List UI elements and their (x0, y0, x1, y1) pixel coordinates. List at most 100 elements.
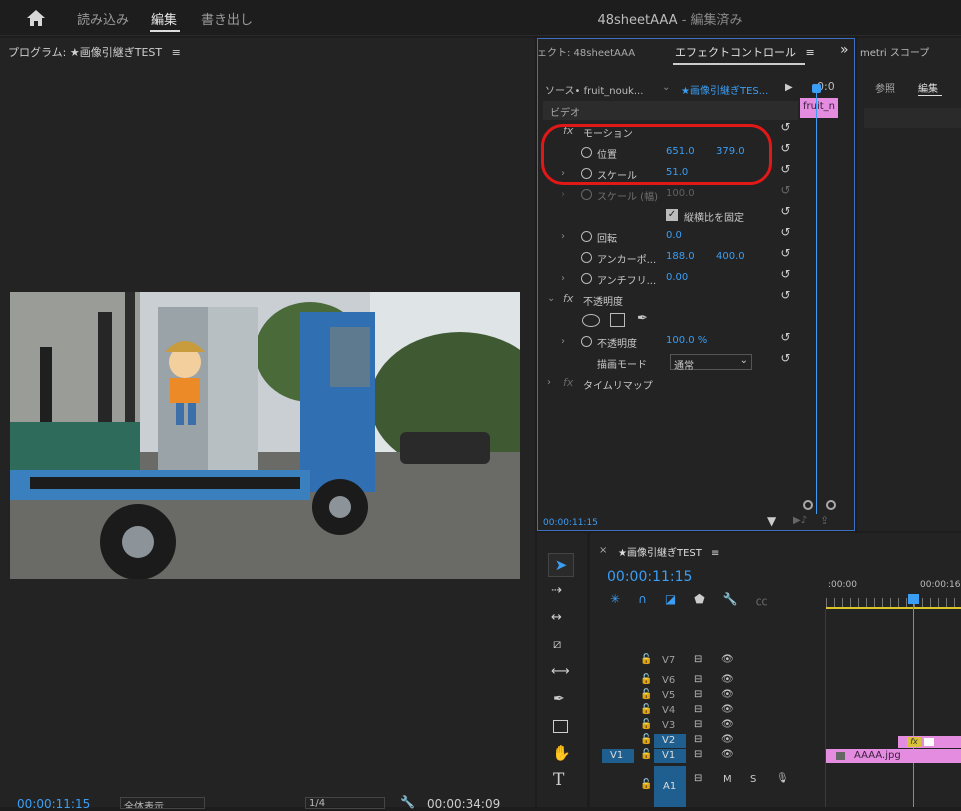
sync-icon[interactable]: ⊟ (694, 689, 702, 700)
antiflicker-value[interactable]: 0.00 (666, 272, 688, 283)
lock-icon[interactable]: 🔓 (640, 704, 652, 715)
track-v4[interactable]: 🔓 V4 ⊟ 👁 (590, 704, 825, 718)
lock-icon[interactable]: 🔓 (640, 689, 652, 700)
snap-icon[interactable]: ∩ (638, 592, 647, 609)
source-clip-label[interactable]: ソース• fruit_nouk... (545, 82, 643, 97)
stopwatch-icon[interactable] (581, 336, 592, 347)
rectangle-tool-icon[interactable] (553, 720, 568, 733)
pen-tool-icon[interactable]: ✒ (553, 691, 565, 707)
stopwatch-icon[interactable] (581, 252, 592, 263)
mic-icon[interactable]: 🎙 (776, 773, 789, 784)
reset-icon[interactable]: ↺ (779, 121, 792, 134)
sync-icon[interactable]: ⊟ (694, 749, 702, 760)
tab-project[interactable]: ェクト: 48sheetAAA (537, 44, 667, 59)
chevron-right-icon[interactable]: › (561, 231, 565, 242)
chevron-down-icon[interactable]: ⌄ (547, 293, 555, 304)
lock-icon[interactable]: 🔓 (640, 779, 652, 790)
opacity-value[interactable]: 100.0 % (666, 335, 707, 346)
reset-icon[interactable]: ↺ (779, 289, 792, 302)
antiflicker-row[interactable]: › アンチフリ... 0.00 (545, 269, 795, 290)
track-v5[interactable]: 🔓 V5 ⊟ 👁 (590, 689, 825, 703)
timeline-playhead-handle[interactable] (908, 594, 919, 604)
eye-icon[interactable]: 👁 (721, 674, 734, 685)
reset-icon[interactable]: ↺ (779, 331, 792, 344)
more-panels-icon[interactable]: » (840, 42, 849, 58)
reset-icon[interactable]: ↺ (779, 247, 792, 260)
eye-icon[interactable]: 👁 (721, 734, 734, 745)
chevron-right-icon[interactable]: › (561, 273, 565, 284)
source-patch-v1[interactable]: V1 (610, 750, 623, 761)
anchor-row[interactable]: アンカーポ... 188.0 400.0 (545, 248, 795, 269)
reset-icon[interactable]: ↺ (779, 268, 792, 281)
fit-dropdown[interactable]: 全体表示 (120, 797, 205, 809)
reset-icon[interactable]: ↺ (779, 142, 792, 155)
solo-button[interactable]: S (750, 774, 756, 785)
sync-icon[interactable]: ⊟ (694, 654, 702, 665)
eye-icon[interactable]: 👁 (721, 654, 734, 665)
sync-icon[interactable]: ⊟ (694, 734, 702, 745)
ripple-edit-tool-icon[interactable]: ↔ (551, 610, 562, 625)
blend-mode-dropdown[interactable]: 通常 ⌄ (670, 354, 752, 372)
uniform-scale-row[interactable]: ✓ 縦横比を固定 (545, 206, 795, 227)
sync-icon[interactable]: ⊟ (694, 704, 702, 715)
linked-selection-icon[interactable]: ◪ (665, 592, 676, 609)
lock-icon[interactable]: 🔓 (640, 654, 652, 665)
uniform-scale-checkbox[interactable]: ✓ (666, 209, 678, 221)
stopwatch-icon[interactable] (581, 231, 592, 242)
rectangle-mask-icon[interactable] (610, 313, 625, 327)
eye-icon[interactable]: 👁 (721, 749, 734, 760)
program-timecode[interactable]: 00:00:11:15 (17, 797, 90, 811)
track-a1[interactable]: 🔓 A1 ⊟ M S 🎙 (590, 772, 825, 802)
ellipse-mask-icon[interactable] (582, 314, 600, 327)
tab-edit-lumetri[interactable]: 編集 (918, 80, 938, 95)
track-v3[interactable]: 🔓 V3 ⊟ 👁 (590, 719, 825, 733)
zoom-handle-right[interactable] (826, 500, 836, 510)
home-icon[interactable] (26, 9, 46, 27)
sequence-clip-label[interactable]: ★画像引継ぎTES... (681, 82, 768, 97)
anchor-y-value[interactable]: 400.0 (716, 251, 745, 262)
anchor-x-value[interactable]: 188.0 (666, 251, 695, 262)
timeline-timecode[interactable]: 00:00:11:15 (607, 569, 692, 585)
lock-icon[interactable]: 🔓 (640, 749, 652, 760)
stopwatch-icon[interactable] (581, 273, 592, 284)
wrench-icon[interactable]: 🔧 (723, 592, 738, 609)
tab-browse[interactable]: 参照 (875, 80, 895, 95)
time-remap-row[interactable]: › fx タイムリマップ (545, 374, 795, 395)
opacity-value-row[interactable]: › 不透明度 100.0 % (545, 332, 795, 353)
sync-icon[interactable]: ⊟ (694, 719, 702, 730)
lock-icon[interactable]: 🔓 (640, 719, 652, 730)
timeline-title[interactable]: ★画像引継ぎTEST ≡ (618, 544, 719, 559)
rotation-value[interactable]: 0.0 (666, 230, 682, 241)
track-v6[interactable]: 🔓 V6 ⊟ 👁 (590, 674, 825, 688)
eye-icon[interactable]: 👁 (721, 704, 734, 715)
mute-button[interactable]: M (723, 774, 732, 785)
ec-clip-bar[interactable]: fruit_n (800, 98, 838, 118)
lumetri-scope-title[interactable]: metri スコープ (860, 44, 929, 59)
lock-icon[interactable]: 🔓 (640, 734, 652, 745)
tab-import[interactable]: 読み込み (77, 9, 129, 28)
eye-icon[interactable]: 👁 (721, 689, 734, 700)
tab-export[interactable]: 書き出し (201, 9, 253, 28)
nest-icon[interactable]: ✳ (610, 592, 620, 609)
razor-tool-icon[interactable]: ⧄ (553, 637, 561, 652)
reset-icon[interactable]: ↺ (779, 163, 792, 176)
opacity-row[interactable]: ⌄ fx 不透明度 (545, 290, 795, 311)
track-v2[interactable]: 🔓 V2 ⊟ 👁 (590, 734, 825, 748)
program-monitor-title[interactable]: プログラム: ★画像引継ぎTEST ≡ (8, 44, 181, 60)
chevron-right-icon[interactable]: › (561, 336, 565, 347)
clip-v2[interactable]: fx (898, 736, 961, 748)
reset-icon[interactable]: ↺ (779, 352, 792, 365)
sync-icon[interactable]: ⊟ (694, 773, 702, 784)
selection-tool-icon[interactable]: ➤ (548, 553, 574, 577)
rotation-row[interactable]: › 回転 0.0 (545, 227, 795, 248)
quality-dropdown[interactable]: 1/4 (305, 797, 385, 809)
chevron-right-icon[interactable]: › (547, 377, 551, 388)
tab-effect-controls[interactable]: エフェクトコントロール ≡ (675, 44, 815, 60)
zoom-handle-left[interactable] (803, 500, 813, 510)
track-select-tool-icon[interactable]: ⇢ (551, 583, 562, 598)
sync-icon[interactable]: ⊟ (694, 674, 702, 685)
ec-playhead-handle[interactable] (812, 84, 821, 93)
clip-v1[interactable]: AAAA.jpg (826, 749, 961, 763)
work-area-bar[interactable] (826, 607, 961, 609)
eye-icon[interactable]: 👁 (721, 719, 734, 730)
